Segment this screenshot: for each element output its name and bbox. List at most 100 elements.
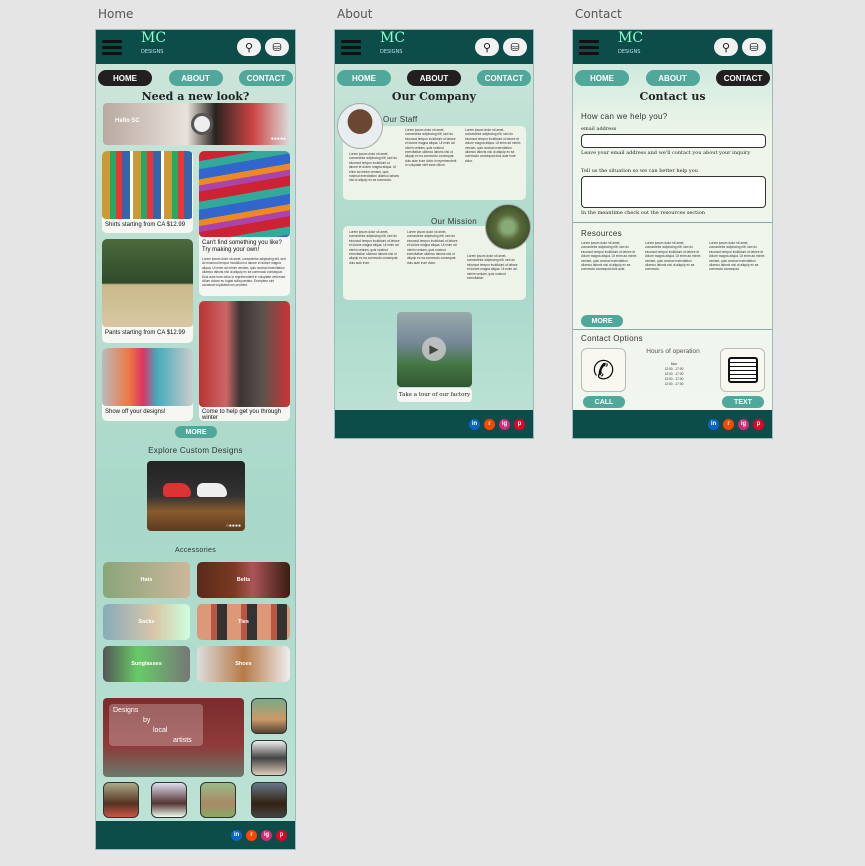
cant-find-caption: Can't find something you like? Try makin… bbox=[202, 240, 282, 253]
hero-text: Hello SC bbox=[115, 118, 140, 124]
pinterest-icon[interactable]: p bbox=[753, 418, 764, 430]
text-button[interactable]: TEXT bbox=[722, 396, 764, 408]
tile-shirts[interactable]: Shirts starting from CA $12.99 bbox=[102, 151, 193, 233]
hours-title: Hours of operation bbox=[646, 348, 700, 355]
search-icon[interactable]: ⚲ bbox=[237, 38, 261, 56]
page-title: Our Company bbox=[391, 90, 477, 103]
basket-icon[interactable]: ⛁ bbox=[742, 38, 766, 56]
instagram-icon[interactable]: ig bbox=[261, 829, 272, 841]
artist-thumb[interactable] bbox=[251, 782, 287, 818]
basket-icon[interactable]: ⛁ bbox=[265, 38, 289, 56]
reddit-icon[interactable]: r bbox=[723, 418, 734, 430]
mission-title: Our Mission bbox=[431, 217, 477, 226]
pinterest-icon[interactable]: p bbox=[276, 829, 287, 841]
play-icon[interactable]: ▶ bbox=[422, 337, 446, 361]
accessory-shoes[interactable]: Shoes bbox=[197, 646, 290, 682]
pinterest-icon[interactable]: p bbox=[514, 418, 525, 430]
resources-text-3: Lorem ipsum dolor sit amet, consectetur … bbox=[709, 241, 765, 272]
staff-text-2: Lorem ipsum dolor sit amet, consectetur … bbox=[405, 128, 457, 168]
hero-banner[interactable]: Hello SC ●●●●● bbox=[103, 103, 290, 145]
accessory-ties[interactable]: Ties bbox=[197, 604, 290, 640]
email-field[interactable] bbox=[581, 134, 766, 148]
cant-find-body: Lorem ipsum dolor sit amet, consectetur … bbox=[202, 257, 286, 288]
divider bbox=[573, 222, 772, 223]
pants-caption: Pants starting from CA $12.99 bbox=[105, 330, 186, 336]
situation-textarea[interactable] bbox=[581, 176, 766, 208]
artists-line-2: by bbox=[143, 717, 151, 724]
tab-about[interactable]: ABOUT bbox=[168, 70, 223, 86]
artist-thumb[interactable] bbox=[103, 782, 139, 818]
watch-image bbox=[191, 113, 213, 135]
top-bar: MC DESIGNS ⚲ ⛁ bbox=[335, 30, 533, 64]
contact-frame: MC DESIGNS ⚲ ⛁ HOME ABOUT CONTACT Contact… bbox=[572, 29, 773, 439]
sneaker-white bbox=[197, 483, 227, 497]
tile-fabrics[interactable]: Can't find something you like? Try makin… bbox=[199, 151, 290, 296]
artist-thumb[interactable] bbox=[251, 740, 287, 776]
shirts-caption: Shirts starting from CA $12.99 bbox=[105, 222, 186, 228]
linkedin-icon[interactable]: in bbox=[708, 418, 719, 430]
tab-contact[interactable]: CONTACT bbox=[716, 70, 770, 86]
call-button[interactable]: CALL bbox=[583, 396, 625, 408]
tab-about[interactable]: ABOUT bbox=[645, 70, 700, 86]
more-button[interactable]: MORE bbox=[175, 426, 217, 438]
message-icon[interactable] bbox=[720, 348, 765, 392]
logo[interactable]: MC DESIGNS bbox=[141, 30, 167, 58]
accessory-socks[interactable]: Socks bbox=[103, 604, 190, 640]
nav-bar: HOME ABOUT CONTACT bbox=[335, 64, 533, 88]
menu-icon[interactable] bbox=[341, 39, 361, 55]
carousel-dots[interactable]: ●●●●● bbox=[271, 136, 286, 142]
help-title: How can we help you? bbox=[581, 112, 668, 121]
tile-pants[interactable]: Pants starting from CA $12.99 bbox=[102, 239, 193, 343]
footer: in r ig p bbox=[96, 821, 295, 849]
instagram-icon[interactable]: ig bbox=[499, 418, 510, 430]
instagram-icon[interactable]: ig bbox=[738, 418, 749, 430]
winter-image bbox=[199, 301, 290, 407]
tab-contact[interactable]: CONTACT bbox=[239, 70, 293, 86]
accessory-sunglasses[interactable]: Sunglasses bbox=[103, 646, 190, 682]
menu-icon[interactable] bbox=[102, 39, 122, 55]
situation-label: Tell us the situation so we can better h… bbox=[581, 168, 698, 174]
logo-sub: DESIGNS bbox=[380, 49, 403, 55]
linkedin-icon[interactable]: in bbox=[469, 418, 480, 430]
search-icon[interactable]: ⚲ bbox=[714, 38, 738, 56]
page-title: Contact us bbox=[639, 90, 706, 103]
menu-icon[interactable] bbox=[579, 39, 599, 55]
custom-designs-title: Explore Custom Designs bbox=[148, 446, 243, 455]
nav-bar: HOME ABOUT CONTACT bbox=[573, 64, 772, 88]
artist-thumb[interactable] bbox=[151, 782, 187, 818]
phone-icon[interactable]: ✆ bbox=[581, 348, 626, 392]
reddit-icon[interactable]: r bbox=[246, 829, 257, 841]
more-button[interactable]: MORE bbox=[581, 315, 623, 327]
carousel-dots[interactable]: ○●●●● bbox=[226, 523, 241, 529]
tab-home[interactable]: HOME bbox=[98, 70, 152, 86]
custom-designs-carousel[interactable]: ○●●●● bbox=[147, 461, 245, 531]
logo[interactable]: MC DESIGNS bbox=[618, 31, 643, 58]
nav-bar: HOME ABOUT CONTACT bbox=[96, 64, 295, 88]
email-label: email address bbox=[581, 126, 617, 132]
tab-contact[interactable]: CONTACT bbox=[477, 70, 531, 86]
logo-text: MC bbox=[141, 30, 167, 46]
mission-photo bbox=[485, 204, 531, 250]
tab-home[interactable]: HOME bbox=[575, 70, 629, 86]
search-icon[interactable]: ⚲ bbox=[475, 38, 499, 56]
tile-show-off[interactable]: Show off your designs! bbox=[102, 348, 193, 421]
tab-home[interactable]: HOME bbox=[337, 70, 391, 86]
reddit-icon[interactable]: r bbox=[484, 418, 495, 430]
basket-icon[interactable]: ⛁ bbox=[503, 38, 527, 56]
factory-video[interactable]: ▶ bbox=[397, 312, 472, 387]
logo[interactable]: MC DESIGNS bbox=[380, 31, 405, 58]
accessory-hats[interactable]: Hats bbox=[103, 562, 190, 598]
tab-about[interactable]: ABOUT bbox=[407, 70, 461, 86]
tile-winter[interactable]: Come to help get you through winter bbox=[199, 301, 290, 421]
resources-hint: In the meantime check out the resources … bbox=[581, 210, 705, 216]
logo-sub: DESIGNS bbox=[141, 49, 164, 55]
footer: in r ig p bbox=[335, 410, 533, 438]
artist-thumb[interactable] bbox=[251, 698, 287, 734]
page-title: Need a new look? bbox=[141, 90, 250, 103]
artists-banner[interactable]: Designs by local artists bbox=[103, 698, 244, 777]
accessory-belts[interactable]: Belts bbox=[197, 562, 290, 598]
tour-caption[interactable]: Take a tour of our factory bbox=[397, 388, 472, 402]
artist-thumb[interactable] bbox=[200, 782, 236, 818]
linkedin-icon[interactable]: in bbox=[231, 829, 242, 841]
frame-label-home: Home bbox=[98, 7, 134, 21]
